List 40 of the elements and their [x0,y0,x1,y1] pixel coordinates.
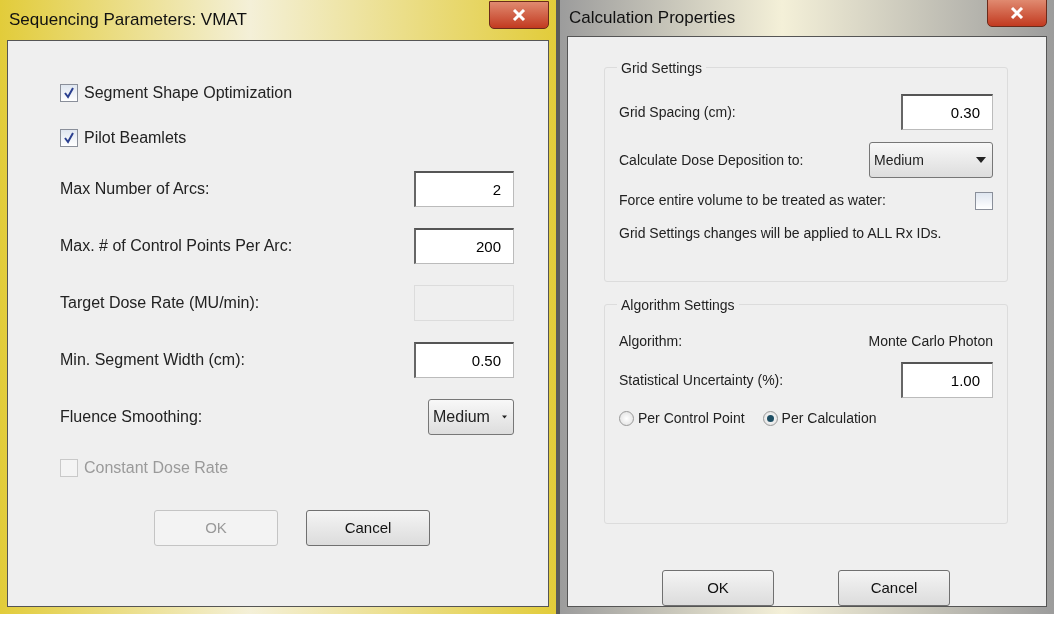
input-field[interactable]: 0.50 [414,342,514,378]
field-label: Statistical Uncertainty (%): [619,370,784,390]
cancel-button[interactable]: Cancel [838,570,950,606]
checkbox-label: Pilot Beamlets [84,128,187,148]
radio-label: Per Control Point [638,409,745,428]
input-field[interactable]: 200 [414,228,514,264]
window-title: Sequencing Parameters: VMAT [8,9,247,32]
close-icon [512,9,526,21]
caret-icon [976,157,986,163]
field-label: Fluence Smoothing: [60,407,203,427]
window-title: Calculation Properties [568,7,736,30]
checkbox[interactable] [975,191,993,210]
ok-button[interactable]: OK [662,570,774,606]
radio-label: Per Calculation [781,409,877,428]
field-label: Calculate Dose Deposition to: [619,150,804,170]
checkbox[interactable] [60,129,78,147]
dropdown[interactable]: Medium [428,399,514,435]
field-label: Max Number of Arcs: [60,179,210,199]
cancel-button[interactable]: Cancel [306,510,430,546]
field-label: Grid Spacing (cm): [619,102,736,122]
field-label: Algorithm: [619,332,683,351]
radio-button[interactable] [619,411,634,426]
checkbox-label: Segment Shape Optimization [84,83,293,103]
checkbox-label: Force entire volume to be treated as water: [619,191,886,210]
checkbox[interactable] [60,84,78,102]
caret-icon [501,414,507,420]
algorithm-value: Monte Carlo Photon [868,332,993,351]
field-label: Max. # of Control Points Per Arc: [60,236,293,256]
dropdown[interactable]: Medium [869,142,993,178]
field-label: Min. Segment Width (cm): [60,350,245,370]
checkbox-label: Constant Dose Rate [84,458,229,478]
field-label: Target Dose Rate (MU/min): [60,293,260,313]
close-icon [1010,7,1024,19]
close-button[interactable] [987,0,1047,27]
radio-button[interactable] [762,411,778,426]
input-field[interactable]: 1.00 [901,362,993,398]
close-button[interactable] [489,1,549,29]
input-field[interactable]: 2 [414,171,514,207]
input-field[interactable]: 0.30 [901,94,993,130]
note-text: Grid Settings changes will be applied to ALL Rx IDs. [619,224,942,243]
